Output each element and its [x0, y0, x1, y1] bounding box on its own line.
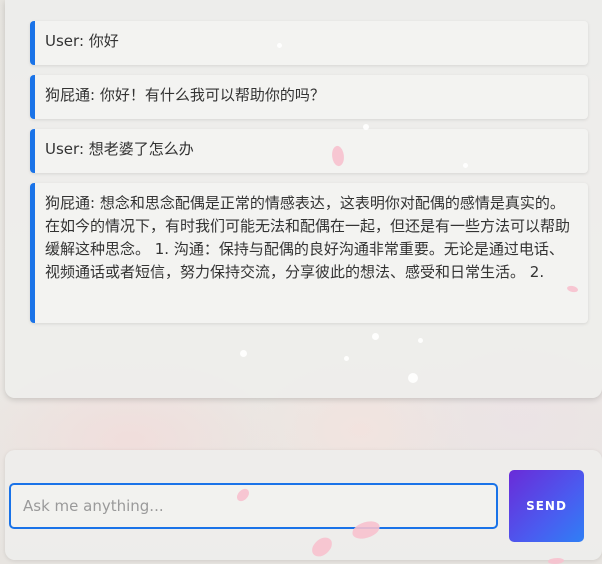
sparkle-decoration	[372, 333, 379, 340]
chat-message: 狗屁通: 想念和思念配偶是正常的情感表达，这表明你对配偶的感情是真实的。在如今的…	[30, 183, 588, 323]
chat-message: User: 你好	[30, 21, 588, 65]
message-speaker: 狗屁通	[45, 194, 91, 212]
message-text: 你好！有什么我可以帮助你的吗？	[99, 86, 325, 104]
sparkle-decoration	[277, 43, 282, 48]
sparkle-decoration	[418, 338, 423, 343]
chat-message: 狗屁通: 你好！有什么我可以帮助你的吗？	[30, 75, 588, 119]
sparkle-decoration	[240, 350, 247, 357]
message-text: 你好	[88, 32, 119, 50]
sparkle-decoration	[363, 124, 369, 130]
sparkle-decoration	[463, 163, 468, 168]
message-text: 想老婆了怎么办	[88, 140, 194, 158]
message-speaker: User	[45, 32, 79, 50]
chat-input[interactable]	[9, 483, 498, 529]
message-text: 想念和思念配偶是正常的情感表达，这表明你对配偶的感情是真实的。在如今的情况下，有…	[45, 194, 571, 281]
sparkle-decoration	[344, 356, 349, 361]
message-speaker: User	[45, 140, 79, 158]
send-button[interactable]: SEND	[509, 470, 584, 542]
sparkle-decoration	[408, 373, 418, 383]
chat-message: User: 想老婆了怎么办	[30, 129, 588, 173]
chat-history-panel: User: 你好 狗屁通: 你好！有什么我可以帮助你的吗？ User: 想老婆了…	[5, 0, 602, 398]
message-speaker: 狗屁通	[45, 86, 91, 104]
